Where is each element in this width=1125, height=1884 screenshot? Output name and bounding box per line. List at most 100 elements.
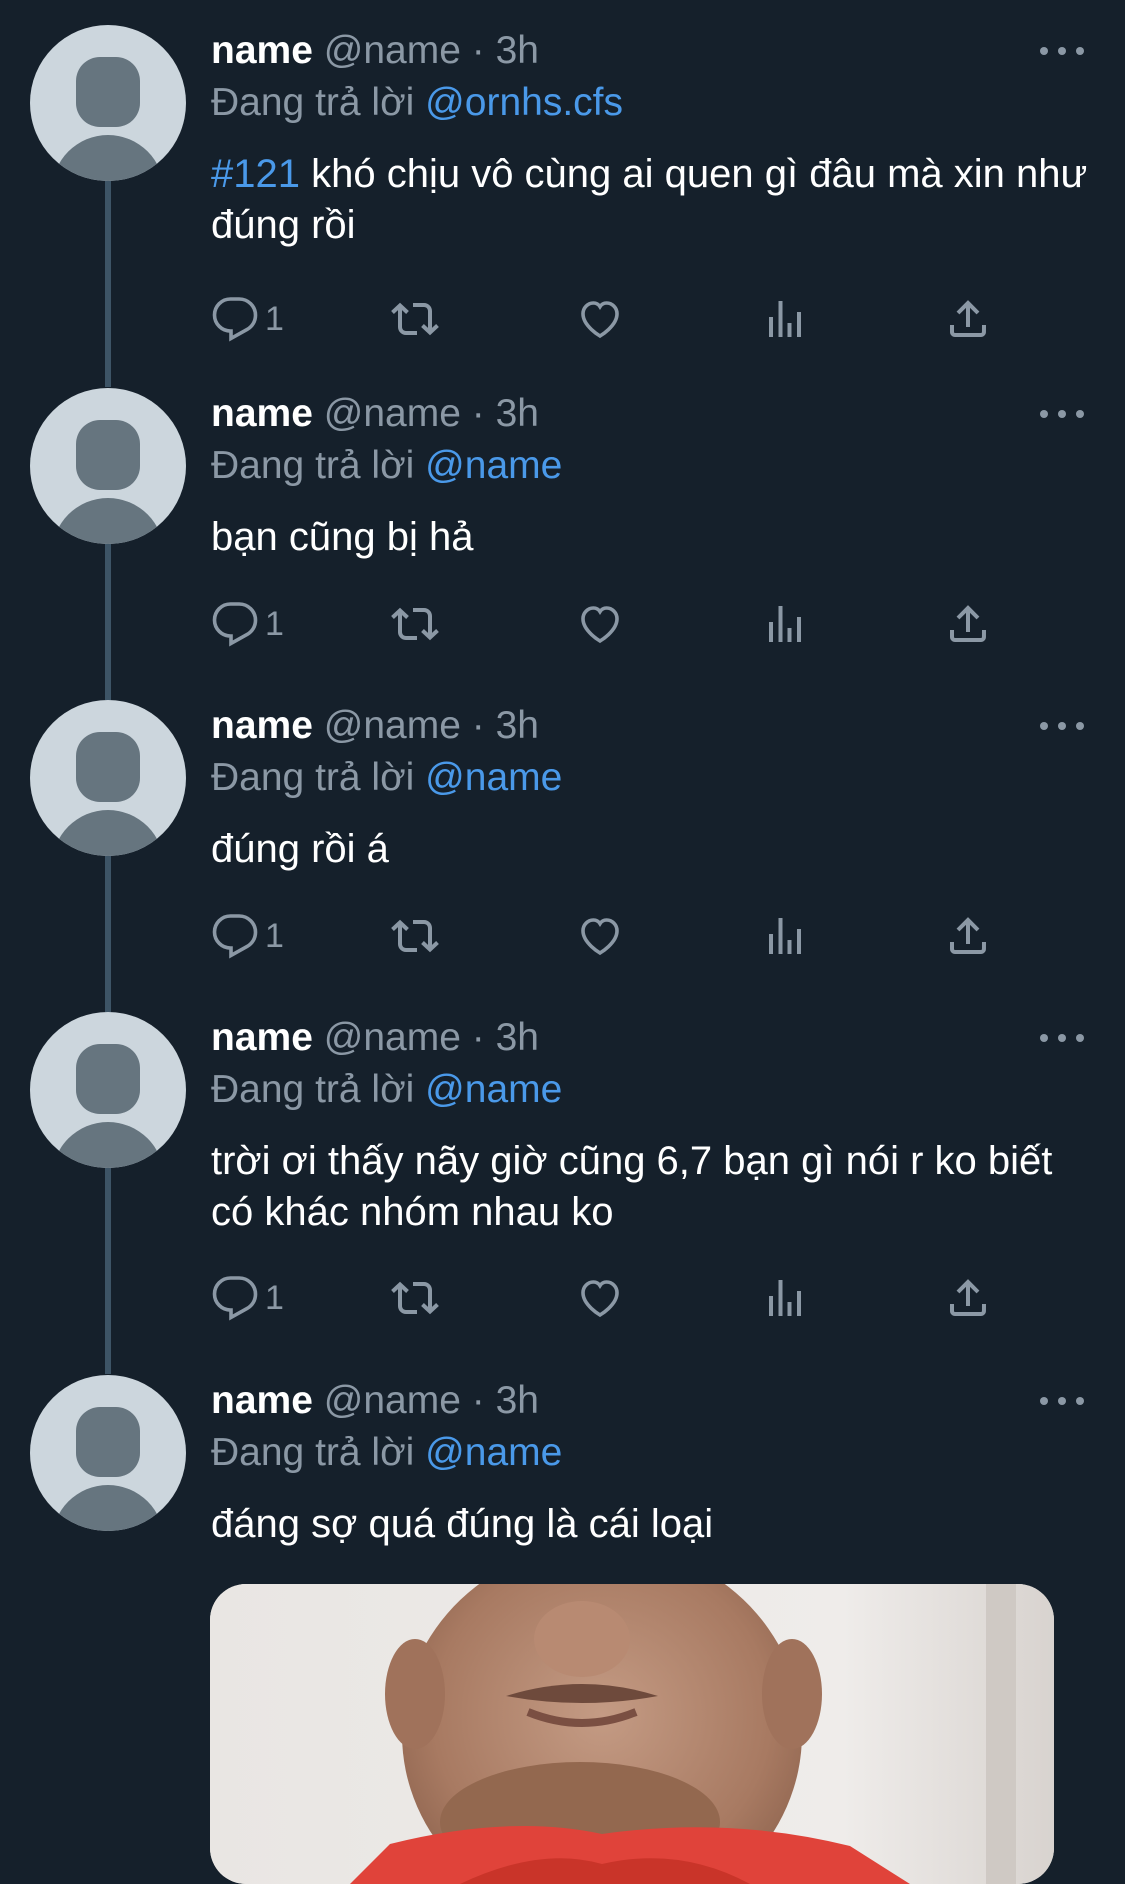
reply-icon bbox=[212, 602, 258, 647]
reply-mention[interactable]: @name bbox=[425, 444, 562, 487]
separator: · bbox=[471, 29, 485, 72]
reply-count: 1 bbox=[265, 299, 284, 338]
reply-icon bbox=[212, 914, 258, 959]
user-handle[interactable]: @name bbox=[324, 392, 461, 435]
tweet-time[interactable]: 3h bbox=[496, 29, 539, 72]
reply-mention[interactable]: @name bbox=[425, 756, 562, 799]
tweet-time[interactable]: 3h bbox=[496, 1016, 539, 1059]
tweet-time[interactable]: 3h bbox=[496, 392, 539, 435]
avatar[interactable] bbox=[30, 388, 186, 544]
more-icon[interactable] bbox=[1040, 41, 1084, 61]
more-icon[interactable] bbox=[1040, 1028, 1084, 1048]
retweet-button[interactable] bbox=[391, 1270, 439, 1326]
user-name[interactable]: name bbox=[211, 392, 313, 435]
user-handle[interactable]: @name bbox=[324, 1379, 461, 1422]
hashtag[interactable]: #121 bbox=[211, 152, 300, 196]
reply-icon bbox=[212, 1276, 258, 1321]
reply-count: 1 bbox=[265, 1278, 284, 1317]
retweet-button[interactable] bbox=[391, 596, 439, 652]
separator: · bbox=[471, 1379, 485, 1422]
retweet-icon bbox=[391, 1281, 439, 1315]
tweet-time[interactable]: 3h bbox=[496, 704, 539, 747]
share-icon bbox=[950, 300, 986, 337]
views-button[interactable] bbox=[761, 596, 809, 652]
reply-button[interactable]: 1 bbox=[211, 908, 284, 964]
views-button[interactable] bbox=[761, 291, 809, 347]
reply-prefix: Đang trả lời bbox=[211, 756, 415, 799]
analytics-icon bbox=[769, 918, 801, 954]
more-icon[interactable] bbox=[1040, 404, 1084, 424]
reply-button[interactable]: 1 bbox=[211, 1270, 284, 1326]
retweet-icon bbox=[391, 919, 439, 953]
avatar[interactable] bbox=[30, 1012, 186, 1168]
reply-icon bbox=[212, 297, 258, 342]
retweet-button[interactable] bbox=[391, 291, 439, 347]
retweet-icon bbox=[391, 607, 439, 641]
avatar[interactable] bbox=[30, 1375, 186, 1531]
like-button[interactable] bbox=[576, 1270, 624, 1326]
tweet-text: trời ơi thấy nãy giờ cũng 6,7 bạn gì nói… bbox=[211, 1139, 1053, 1234]
analytics-icon bbox=[769, 1280, 801, 1316]
share-icon bbox=[950, 605, 986, 642]
tweet-actions: 1 bbox=[211, 291, 1011, 347]
thread-line bbox=[105, 1168, 111, 1374]
avatar[interactable] bbox=[30, 700, 186, 856]
retweet-icon bbox=[391, 302, 439, 336]
separator: · bbox=[471, 392, 485, 435]
user-handle[interactable]: @name bbox=[324, 704, 461, 747]
reply-prefix: Đang trả lời bbox=[211, 1431, 415, 1474]
reply-button[interactable]: 1 bbox=[211, 596, 284, 652]
tweet-actions: 1 bbox=[211, 908, 1011, 964]
share-button[interactable] bbox=[944, 596, 992, 652]
tweet-text-body: khó chịu vô cùng ai quen gì đâu mà xin n… bbox=[211, 152, 1088, 247]
like-button[interactable] bbox=[576, 291, 624, 347]
tweet-media-image[interactable] bbox=[210, 1584, 1054, 1884]
tweet-text: #121 khó chịu vô cùng ai quen gì đâu mà … bbox=[211, 149, 1091, 251]
photo bbox=[210, 1584, 1054, 1884]
like-button[interactable] bbox=[576, 908, 624, 964]
heart-icon bbox=[581, 1280, 619, 1318]
separator: · bbox=[471, 1016, 485, 1059]
tweet-text: bạn cũng bị hả bbox=[211, 515, 474, 559]
tweet-text: đáng sợ quá đúng là cái loại bbox=[211, 1502, 714, 1546]
more-icon[interactable] bbox=[1040, 1391, 1084, 1411]
thread-line bbox=[105, 181, 111, 387]
user-name[interactable]: name bbox=[211, 29, 313, 72]
views-button[interactable] bbox=[761, 908, 809, 964]
more-icon[interactable] bbox=[1040, 716, 1084, 736]
reply-count: 1 bbox=[265, 604, 284, 643]
user-handle[interactable]: @name bbox=[324, 1016, 461, 1059]
avatar[interactable] bbox=[30, 25, 186, 181]
reply-button[interactable]: 1 bbox=[211, 291, 284, 347]
reply-prefix: Đang trả lời bbox=[211, 1068, 415, 1111]
reply-mention[interactable]: @name bbox=[425, 1431, 562, 1474]
reply-prefix: Đang trả lời bbox=[211, 444, 415, 487]
analytics-icon bbox=[769, 606, 801, 642]
share-icon bbox=[950, 1279, 986, 1316]
retweet-button[interactable] bbox=[391, 908, 439, 964]
share-icon bbox=[950, 917, 986, 954]
user-handle[interactable]: @name bbox=[324, 29, 461, 72]
tweet-text: đúng rồi á bbox=[211, 827, 389, 871]
user-name[interactable]: name bbox=[211, 1379, 313, 1422]
tweet-actions: 1 bbox=[211, 1270, 1011, 1326]
reply-count: 1 bbox=[265, 916, 284, 955]
heart-icon bbox=[581, 918, 619, 956]
share-button[interactable] bbox=[944, 291, 992, 347]
thread-line bbox=[105, 856, 111, 1012]
tweet-time[interactable]: 3h bbox=[496, 1379, 539, 1422]
like-button[interactable] bbox=[576, 596, 624, 652]
separator: · bbox=[471, 704, 485, 747]
heart-icon bbox=[581, 301, 619, 339]
share-button[interactable] bbox=[944, 908, 992, 964]
user-name[interactable]: name bbox=[211, 1016, 313, 1059]
thread-line bbox=[105, 544, 111, 700]
reply-mention[interactable]: @name bbox=[425, 1068, 562, 1111]
reply-prefix: Đang trả lời bbox=[211, 81, 415, 124]
share-button[interactable] bbox=[944, 1270, 992, 1326]
analytics-icon bbox=[769, 301, 801, 337]
user-name[interactable]: name bbox=[211, 704, 313, 747]
reply-mention[interactable]: @ornhs.cfs bbox=[425, 81, 623, 124]
heart-icon bbox=[581, 606, 619, 644]
views-button[interactable] bbox=[761, 1270, 809, 1326]
